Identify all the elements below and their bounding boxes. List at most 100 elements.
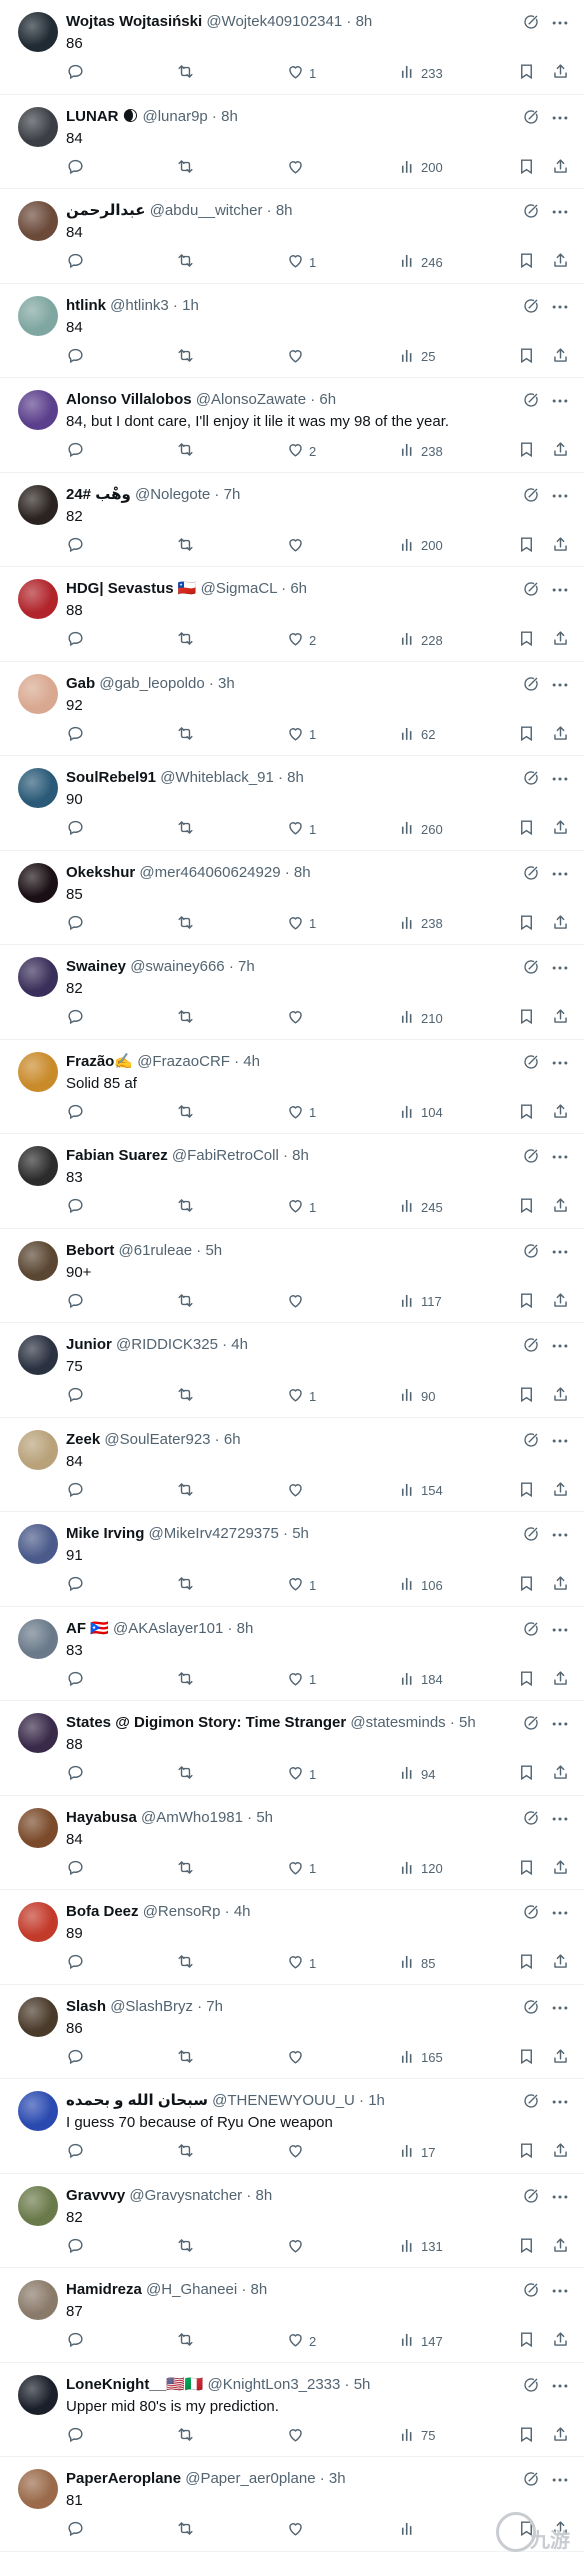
bookmark-button[interactable] bbox=[517, 2234, 536, 2260]
author-name[interactable]: Gravvvy bbox=[66, 2187, 125, 2204]
more-icon[interactable] bbox=[550, 1903, 570, 1921]
timestamp[interactable]: 8h bbox=[237, 1620, 254, 1637]
bookmark-button[interactable] bbox=[517, 627, 536, 653]
like-button[interactable]: 1 bbox=[286, 1383, 316, 1409]
bookmark-button[interactable] bbox=[517, 1667, 536, 1693]
reply-button[interactable] bbox=[66, 1100, 85, 1126]
reply-button[interactable] bbox=[66, 1667, 85, 1693]
avatar[interactable] bbox=[18, 1902, 58, 1942]
tweet[interactable]: htlink @htlink3 · 1h 84 25 bbox=[0, 284, 584, 378]
author-name[interactable]: Okekshur bbox=[66, 864, 135, 881]
grok-icon[interactable] bbox=[522, 202, 540, 220]
views-button[interactable]: 200 bbox=[398, 155, 443, 181]
like-button[interactable]: 1 bbox=[286, 249, 316, 275]
grok-icon[interactable] bbox=[522, 1336, 540, 1354]
author-handle[interactable]: @htlink3 bbox=[110, 297, 169, 314]
like-button[interactable] bbox=[286, 1289, 309, 1315]
author-handle[interactable]: @statesminds bbox=[350, 1714, 445, 1731]
grok-icon[interactable] bbox=[522, 580, 540, 598]
author-handle[interactable]: @Wojtek409102341 bbox=[206, 13, 342, 30]
timestamp[interactable]: 3h bbox=[329, 2470, 346, 2487]
tweet[interactable]: Hamidreza @H_Ghaneei · 8h 87 2 147 bbox=[0, 2268, 584, 2363]
reply-button[interactable] bbox=[66, 1478, 85, 1504]
more-icon[interactable] bbox=[550, 675, 570, 693]
grok-icon[interactable] bbox=[522, 2187, 540, 2205]
reply-button[interactable] bbox=[66, 2234, 85, 2260]
views-button[interactable]: 90 bbox=[398, 1383, 435, 1409]
share-button[interactable] bbox=[551, 2234, 570, 2260]
author-name[interactable]: AF 🇵🇷 bbox=[66, 1620, 109, 1637]
share-button[interactable] bbox=[551, 1667, 570, 1693]
avatar[interactable] bbox=[18, 295, 58, 336]
bookmark-button[interactable] bbox=[517, 533, 536, 559]
tweet[interactable]: AF 🇵🇷 @AKAslayer101 · 8h 83 1 184 bbox=[0, 1607, 584, 1701]
like-button[interactable] bbox=[286, 2517, 309, 2543]
retweet-button[interactable] bbox=[176, 816, 195, 842]
share-button[interactable] bbox=[551, 1761, 570, 1787]
tweet[interactable]: HDG| Sevastus 🇨🇱 @SigmaCL · 6h 88 2 228 bbox=[0, 567, 584, 662]
retweet-button[interactable] bbox=[176, 60, 195, 86]
share-button[interactable] bbox=[551, 2328, 570, 2354]
grok-icon[interactable] bbox=[522, 2281, 540, 2299]
like-button[interactable] bbox=[286, 2045, 309, 2071]
reply-button[interactable] bbox=[66, 533, 85, 559]
like-button[interactable] bbox=[286, 2423, 309, 2449]
views-button[interactable]: 75 bbox=[398, 2423, 435, 2449]
bookmark-button[interactable] bbox=[517, 816, 536, 842]
author-handle[interactable]: @SoulEater923 bbox=[104, 1431, 210, 1448]
share-button[interactable] bbox=[551, 60, 570, 86]
tweet[interactable]: Okekshur @mer464060624929 · 8h 85 1 238 bbox=[0, 851, 584, 945]
avatar[interactable] bbox=[18, 957, 58, 997]
like-button[interactable]: 2 bbox=[286, 438, 316, 464]
author-handle[interactable]: @swainey666 bbox=[130, 958, 224, 975]
author-name[interactable]: Wojtas Wojtasiński bbox=[66, 13, 202, 30]
avatar[interactable] bbox=[18, 2280, 58, 2320]
bookmark-button[interactable] bbox=[517, 1383, 536, 1409]
bookmark-button[interactable] bbox=[517, 722, 536, 748]
grok-icon[interactable] bbox=[522, 108, 540, 126]
reply-button[interactable] bbox=[66, 1950, 85, 1976]
like-button[interactable]: 1 bbox=[286, 1194, 316, 1220]
avatar[interactable] bbox=[18, 2374, 58, 2415]
like-button[interactable] bbox=[286, 2139, 309, 2165]
bookmark-button[interactable] bbox=[517, 1950, 536, 1976]
share-button[interactable] bbox=[551, 155, 570, 181]
more-icon[interactable] bbox=[550, 1053, 570, 1071]
reply-button[interactable] bbox=[66, 816, 85, 842]
reply-button[interactable] bbox=[66, 1761, 85, 1787]
grok-icon[interactable] bbox=[522, 1525, 540, 1543]
more-icon[interactable] bbox=[550, 864, 570, 882]
bookmark-button[interactable] bbox=[517, 1478, 536, 1504]
author-handle[interactable]: @AKAslayer101 bbox=[113, 1620, 223, 1637]
more-icon[interactable] bbox=[550, 297, 570, 315]
reply-button[interactable] bbox=[66, 2328, 85, 2354]
author-name[interactable]: Slash bbox=[66, 1998, 106, 2015]
timestamp[interactable]: 5h bbox=[256, 1809, 273, 1826]
like-button[interactable]: 2 bbox=[286, 627, 316, 653]
retweet-button[interactable] bbox=[176, 1005, 195, 1031]
author-name[interactable]: Bebort bbox=[66, 1242, 114, 1259]
reply-button[interactable] bbox=[66, 60, 85, 86]
reply-button[interactable] bbox=[66, 1856, 85, 1882]
author-name[interactable]: States @ Digimon Story: Time Stranger bbox=[66, 1714, 346, 1731]
share-button[interactable] bbox=[551, 533, 570, 559]
timestamp[interactable]: 6h bbox=[319, 391, 336, 408]
grok-icon[interactable] bbox=[522, 2470, 540, 2488]
like-button[interactable]: 1 bbox=[286, 911, 316, 937]
more-icon[interactable] bbox=[550, 2187, 570, 2205]
author-handle[interactable]: @61ruleae bbox=[119, 1242, 193, 1259]
share-button[interactable] bbox=[551, 1005, 570, 1031]
author-name[interactable]: PaperAeroplane bbox=[66, 2470, 181, 2487]
bookmark-button[interactable] bbox=[517, 1856, 536, 1882]
grok-icon[interactable] bbox=[522, 1242, 540, 1260]
timestamp[interactable]: 7h bbox=[206, 1998, 223, 2015]
share-button[interactable] bbox=[551, 816, 570, 842]
grok-icon[interactable] bbox=[522, 1809, 540, 1827]
grok-icon[interactable] bbox=[522, 1147, 540, 1165]
timestamp[interactable]: 8h bbox=[256, 2187, 273, 2204]
share-button[interactable] bbox=[551, 1856, 570, 1882]
more-icon[interactable] bbox=[550, 1336, 570, 1354]
share-button[interactable] bbox=[551, 1478, 570, 1504]
bookmark-button[interactable] bbox=[517, 249, 536, 275]
views-button[interactable]: 246 bbox=[398, 249, 443, 275]
